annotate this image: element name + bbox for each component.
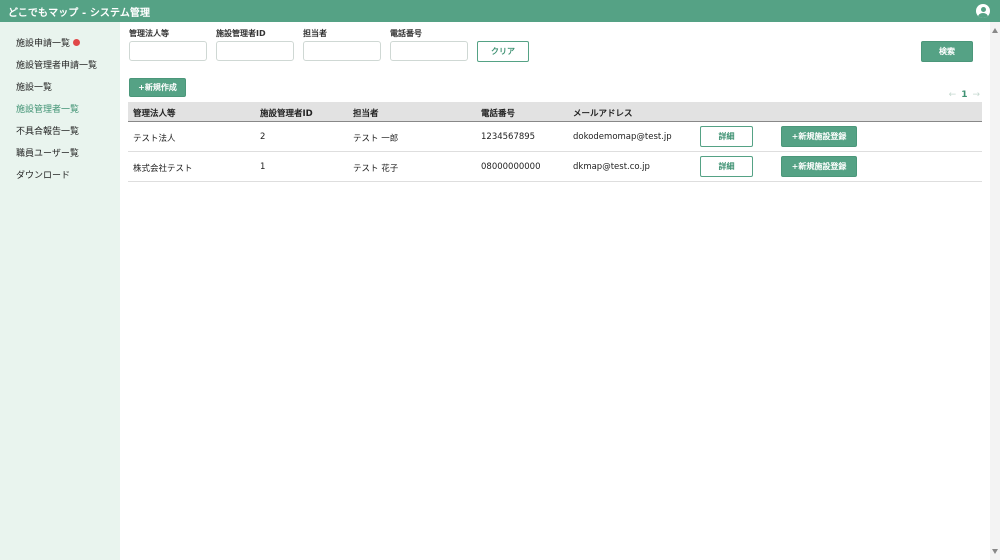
cell-id: 2	[260, 132, 266, 142]
person-filter-input[interactable]	[303, 41, 381, 61]
sidebar: 施設申請一覧 施設管理者申請一覧 施設一覧 施設管理者一覧 不具合報告一覧 職員…	[0, 22, 120, 560]
table-row: テスト法人 2 テスト 一郎 1234567895 dokodemomap@te…	[128, 122, 982, 152]
sidebar-item-label: ダウンロード	[16, 171, 71, 181]
sidebar-item-label: 施設管理者一覧	[16, 105, 80, 115]
column-header-person: 担当者	[353, 109, 379, 119]
phone-filter-input[interactable]	[390, 41, 468, 61]
column-header-id: 施設管理者ID	[260, 109, 313, 119]
detail-button[interactable]: 詳細	[700, 156, 753, 177]
current-page[interactable]: 1	[961, 90, 967, 100]
column-header-corp: 管理法人等	[133, 109, 176, 119]
sidebar-item-staff-users[interactable]: 職員ユーザー覧	[16, 146, 79, 159]
pagination: ← 1 →	[949, 90, 980, 100]
cell-corp: テスト法人	[133, 134, 176, 144]
phone-filter-label: 電話番号	[390, 29, 422, 38]
cell-id: 1	[260, 162, 266, 172]
app-title: どこでもマップ - システム管理	[8, 7, 151, 19]
sidebar-item-bug-reports[interactable]: 不具合報告一覧	[16, 124, 79, 137]
sidebar-item-label: 職員ユーザー覧	[16, 149, 79, 159]
sidebar-item-facility-admins[interactable]: 施設管理者一覧	[16, 102, 79, 115]
cell-email: dokodemomap@test.jp	[573, 132, 672, 142]
corp-filter-label: 管理法人等	[129, 29, 169, 38]
sidebar-item-label: 施設管理者申請一覧	[16, 61, 98, 71]
cell-person: テスト 花子	[353, 164, 399, 174]
detail-button[interactable]: 詳細	[700, 126, 753, 147]
admin-id-filter-input[interactable]	[216, 41, 294, 61]
column-header-email: メールアドレス	[573, 109, 633, 119]
sidebar-item-label: 不具合報告一覧	[16, 127, 80, 137]
admin-table: 管理法人等 施設管理者ID 担当者 電話番号 メールアドレス テスト法人 2 テ…	[128, 102, 982, 182]
column-header-phone: 電話番号	[481, 109, 516, 119]
register-facility-button[interactable]: +新規施設登録	[781, 126, 857, 147]
next-page-icon[interactable]: →	[972, 90, 980, 100]
clear-button[interactable]: クリア	[477, 41, 529, 62]
vertical-scrollbar[interactable]	[990, 22, 1000, 560]
sidebar-item-label: 施設一覧	[16, 83, 53, 93]
user-avatar-icon[interactable]	[976, 4, 990, 18]
main-content: 管理法人等 施設管理者ID 担当者 電話番号 クリア 検索 +新規作成 ← 1 …	[120, 22, 990, 560]
new-create-button[interactable]: +新規作成	[129, 78, 186, 97]
cell-email: dkmap@test.co.jp	[573, 162, 650, 172]
sidebar-item-download[interactable]: ダウンロード	[16, 168, 70, 181]
scroll-up-icon[interactable]	[992, 28, 998, 33]
cell-phone: 08000000000	[481, 162, 541, 172]
scroll-down-icon[interactable]	[992, 549, 998, 554]
cell-corp: 株式会社テスト	[133, 164, 193, 174]
cell-person: テスト 一郎	[353, 134, 399, 144]
register-facility-button[interactable]: +新規施設登録	[781, 156, 857, 177]
search-button[interactable]: 検索	[921, 41, 973, 62]
prev-page-icon[interactable]: ←	[949, 90, 957, 100]
person-filter-label: 担当者	[303, 29, 327, 38]
admin-id-filter-label: 施設管理者ID	[216, 29, 266, 38]
table-row: 株式会社テスト 1 テスト 花子 08000000000 dkmap@test.…	[128, 152, 982, 182]
corp-filter-input[interactable]	[129, 41, 207, 61]
table-header: 管理法人等 施設管理者ID 担当者 電話番号 メールアドレス	[128, 102, 982, 122]
cell-phone: 1234567895	[481, 132, 536, 142]
app-header: どこでもマップ - システム管理	[0, 0, 1000, 22]
sidebar-item-label: 施設申請一覧	[16, 39, 71, 49]
notification-badge	[73, 39, 81, 46]
sidebar-item-facilities[interactable]: 施設一覧	[16, 80, 52, 93]
sidebar-item-admin-applications[interactable]: 施設管理者申請一覧	[16, 58, 97, 71]
sidebar-item-facility-applications[interactable]: 施設申請一覧	[16, 36, 81, 49]
